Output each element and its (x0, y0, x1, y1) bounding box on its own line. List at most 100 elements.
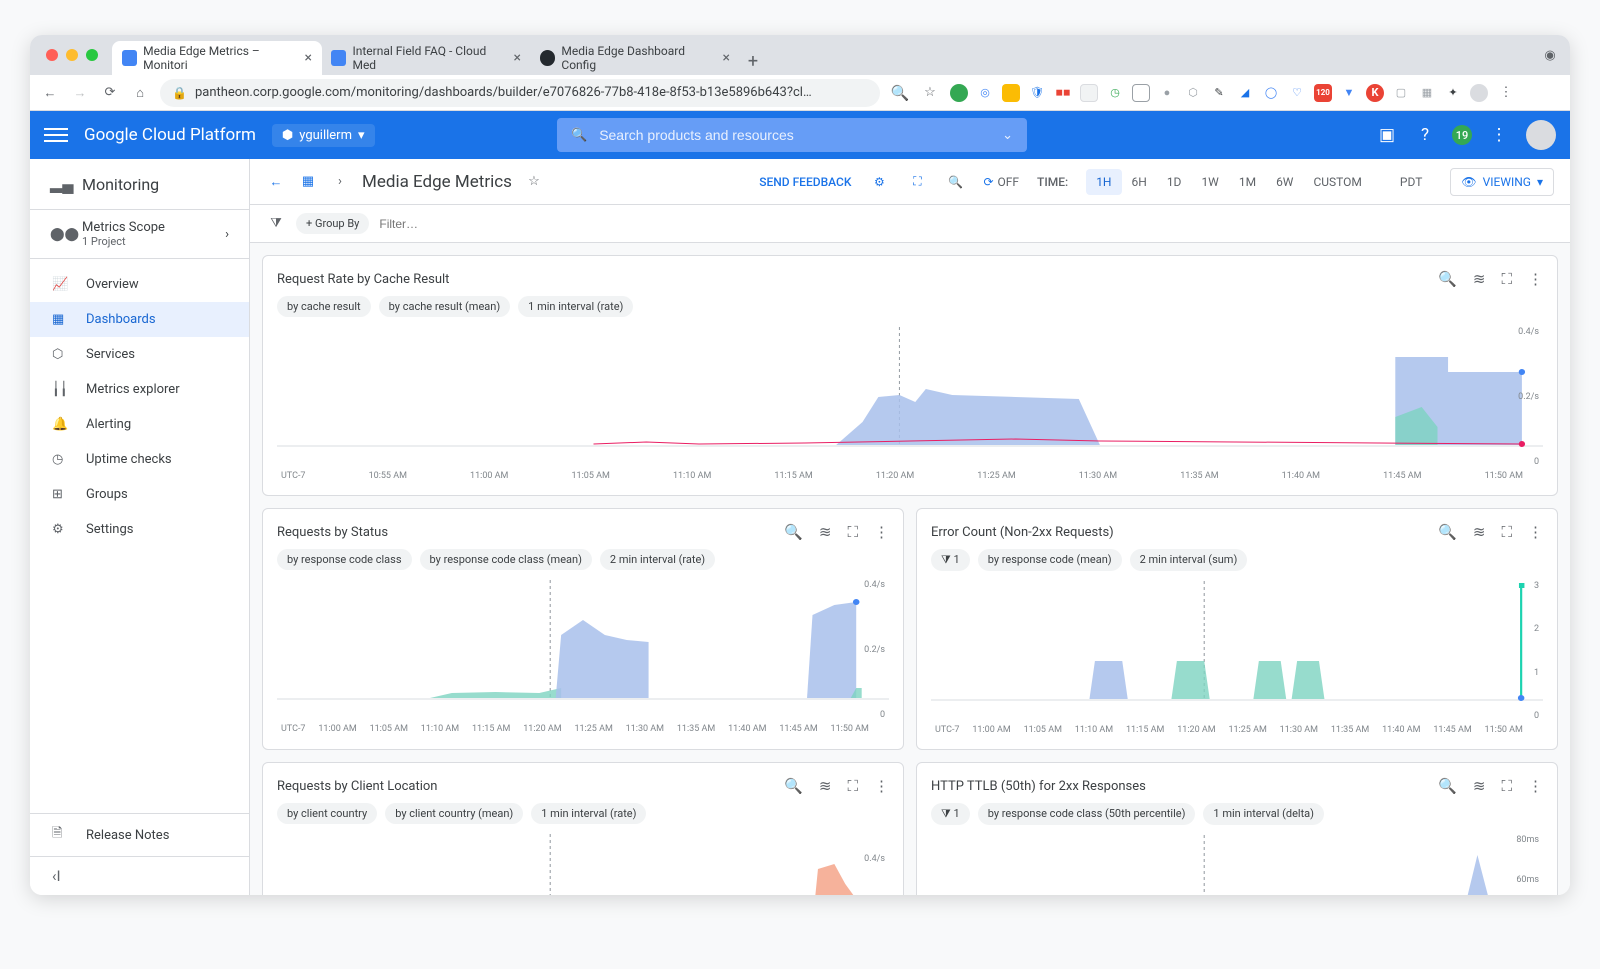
url-input[interactable]: 🔒 pantheon.corp.google.com/monitoring/da… (160, 79, 880, 107)
close-tab-icon[interactable]: × (514, 50, 521, 66)
bookmark-star-icon[interactable]: ☆ (920, 83, 940, 103)
legend-icon[interactable]: ≋ (1473, 270, 1486, 288)
zoom-icon[interactable]: 🔍 (1438, 270, 1457, 288)
chip[interactable]: 1 min interval (delta) (1203, 803, 1324, 825)
collapse-sidebar-button[interactable]: ‹I (30, 856, 249, 895)
filter-icon[interactable]: ⧩ (266, 214, 286, 234)
chip[interactable]: by response code class (mean) (420, 549, 592, 570)
fullscreen-icon[interactable]: ⛶ (1501, 523, 1512, 541)
time-range-6h[interactable]: 6H (1122, 169, 1157, 195)
grid-icon[interactable]: ▦ (298, 172, 318, 192)
star-icon[interactable]: ☆ (524, 172, 544, 192)
chip[interactable]: by response code class (277, 549, 412, 570)
free-trial-icon[interactable]: ▣ (1376, 124, 1398, 146)
browser-tab[interactable]: Media Edge Dashboard Config × (530, 41, 740, 75)
fullscreen-icon[interactable]: ⛶ (847, 777, 858, 795)
fullscreen-icon[interactable]: ⛶ (1501, 777, 1512, 795)
chrome-menu-icon[interactable]: ⋮ (1496, 83, 1516, 103)
chart-area[interactable]: 0.4/s0.2/s0 (277, 580, 889, 720)
dropdown-icon[interactable]: ⌄ (1002, 128, 1013, 143)
legend-icon[interactable]: ≋ (1473, 777, 1486, 795)
gear-icon[interactable]: ⚙ (869, 172, 889, 192)
send-feedback-link[interactable]: SEND FEEDBACK (759, 175, 851, 189)
reload-button[interactable]: ⟳ (100, 83, 120, 103)
viewing-mode-button[interactable]: 👁 VIEWING ▾ (1450, 168, 1554, 196)
extension-icon[interactable]: ⬡ (1184, 84, 1202, 102)
chart-area[interactable]: 0.4/s (277, 834, 889, 895)
legend-icon[interactable]: ≋ (1473, 523, 1486, 541)
zoom-icon[interactable]: 🔍 (1438, 523, 1457, 541)
extension-icon[interactable] (950, 84, 968, 102)
chip[interactable]: by cache result (mean) (379, 296, 511, 317)
sidebar-item-groups[interactable]: ⊞Groups (30, 477, 249, 512)
profile-icon[interactable] (1470, 84, 1488, 102)
more-icon[interactable]: ⋮ (874, 523, 889, 541)
search-in-page-icon[interactable]: 🔍 (890, 83, 910, 103)
extension-icon[interactable]: ● (1158, 84, 1176, 102)
zoom-icon[interactable]: 🔍 (784, 523, 803, 541)
more-icon[interactable]: ⋮ (1528, 270, 1543, 288)
more-icon[interactable]: ⋮ (874, 777, 889, 795)
sidebar-item-uptime[interactable]: ◷Uptime checks (30, 442, 249, 477)
more-icon[interactable]: ⋮ (1528, 523, 1543, 541)
extension-icon[interactable] (1080, 84, 1098, 102)
help-icon[interactable]: ? (1414, 124, 1436, 146)
chip[interactable]: 1 min interval (rate) (518, 296, 633, 317)
chip[interactable]: 2 min interval (rate) (600, 549, 715, 570)
zoom-icon[interactable]: 🔍 (1438, 777, 1457, 795)
extension-icon[interactable]: ◷ (1106, 84, 1124, 102)
extension-icon[interactable]: ◼◼ (1054, 84, 1072, 102)
sidebar-item-alerting[interactable]: 🔔Alerting (30, 407, 249, 442)
chip[interactable]: by response code class (50th percentile) (978, 803, 1196, 825)
extension-icon[interactable]: ▼ (1340, 84, 1358, 102)
chart-area[interactable]: 80ms60ms40ms Show debug panel (931, 835, 1543, 895)
sidebar-item-dashboards[interactable]: ▦Dashboards (30, 302, 249, 337)
time-range-custom[interactable]: CUSTOM (1303, 169, 1371, 195)
extension-icon[interactable]: ▢ (1392, 84, 1410, 102)
chip[interactable]: 2 min interval (sum) (1130, 549, 1248, 571)
group-by-chip[interactable]: + Group By (296, 213, 369, 234)
fullscreen-icon[interactable]: ⛶ (1501, 270, 1512, 288)
time-range-1m[interactable]: 1M (1229, 169, 1266, 195)
chart-area[interactable]: 3210 (931, 581, 1543, 721)
search-box[interactable]: 🔍 ⌄ (557, 118, 1027, 152)
extension-icon[interactable]: ◯ (1262, 84, 1280, 102)
notifications-badge[interactable]: 19 (1452, 125, 1472, 145)
timezone-label[interactable]: PDT (1390, 169, 1432, 195)
autorefresh-toggle[interactable]: ⟳OFF (983, 175, 1019, 189)
filter-input[interactable] (379, 217, 534, 231)
time-range-1w[interactable]: 1W (1191, 169, 1228, 195)
extension-icon[interactable]: 120 (1314, 84, 1332, 102)
sidebar-item-settings[interactable]: ⚙Settings (30, 512, 249, 547)
close-tab-icon[interactable]: × (723, 50, 730, 66)
time-range-6w[interactable]: 6W (1266, 169, 1303, 195)
chip[interactable]: 1 min interval (rate) (531, 803, 646, 824)
extension-icon[interactable]: ▦ (1418, 84, 1436, 102)
zoom-icon[interactable]: 🔍 (945, 172, 965, 192)
chip[interactable]: by client country (mean) (385, 803, 523, 824)
extension-icon[interactable] (1002, 84, 1020, 102)
time-range-1h[interactable]: 1H (1086, 169, 1121, 195)
metrics-scope-selector[interactable]: ⬤⬤ Metrics Scope 1 Project › (30, 209, 249, 259)
nav-menu-button[interactable] (44, 123, 68, 147)
sidebar-item-services[interactable]: ⬡Services (30, 337, 249, 372)
zoom-icon[interactable]: 🔍 (784, 777, 803, 795)
sidebar-item-metrics-explorer[interactable]: ╽╽Metrics explorer (30, 372, 249, 407)
account-avatar[interactable] (1526, 120, 1556, 150)
browser-tab-active[interactable]: Media Edge Metrics – Monitori × (112, 41, 322, 75)
chip[interactable]: by response code (mean) (978, 549, 1122, 571)
back-button[interactable]: ← (40, 83, 60, 103)
extension-icon[interactable]: ◎ (976, 84, 994, 102)
chart-area[interactable]: 0.4/s0.2/s0 (277, 327, 1543, 467)
legend-icon[interactable]: ≋ (819, 777, 832, 795)
close-window-button[interactable] (46, 49, 58, 61)
project-selector[interactable]: ⬢ yguillerm ▾ (272, 124, 375, 147)
extension-icon[interactable]: ♡ (1288, 84, 1306, 102)
time-range-1d[interactable]: 1D (1157, 169, 1192, 195)
more-icon[interactable]: ⋮ (1528, 777, 1543, 795)
fullscreen-icon[interactable]: ⛶ (847, 523, 858, 541)
sidebar-item-overview[interactable]: 📈Overview (30, 267, 249, 302)
chip-filter[interactable]: ⧩ 1 (931, 803, 970, 825)
extension-icon[interactable] (1132, 84, 1150, 102)
utilities-menu-icon[interactable]: ⋮ (1488, 124, 1510, 146)
